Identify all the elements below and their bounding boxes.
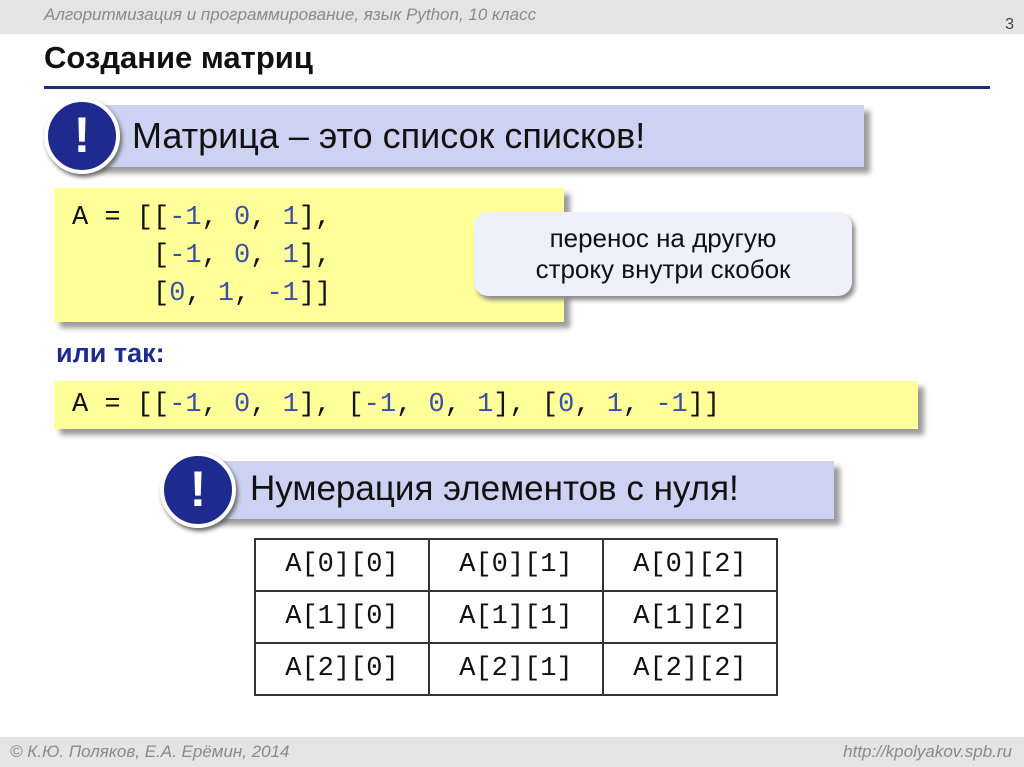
code-number: 1 [282,390,299,420]
code-number: -1 [169,241,202,271]
bubble-line: перенос на другую [549,223,777,253]
table-cell: A[2][2] [602,642,778,696]
callout-matrix-definition: Матрица – это список списков! [92,105,864,167]
callout-zero-indexing: Нумерация элементов с нуля! [212,461,834,519]
code-number: -1 [655,390,688,420]
title-rule [44,86,990,89]
code-token: , [622,390,656,420]
code-number: 1 [217,279,235,309]
code-number: -1 [266,279,299,309]
exclamation-icon: ! [160,452,236,528]
code-number: 0 [428,390,445,420]
code-token: A [72,390,89,420]
code-token: = [[ [88,390,170,420]
callout-text: Матрица – это список списков! [132,115,646,156]
code-token: , [250,390,283,420]
code-token: , [185,279,218,309]
code-token: , [396,390,429,420]
code-number: -1 [363,390,397,420]
callout-text: Нумерация элементов с нуля! [250,469,739,508]
table-row: A[0][0] A[0][1] A[0][2] [254,538,778,592]
code-token: ], [298,203,332,233]
code-token: A [72,203,89,233]
code-token: ], [ [493,390,559,420]
code-token: ], [298,241,332,271]
code-number: 0 [234,203,251,233]
code-token: , [444,390,478,420]
table-cell: A[0][0] [254,538,430,592]
or-label: или так: [56,338,165,368]
code-number: 0 [558,390,575,420]
exclamation-icon: ! [44,98,120,174]
code-number: 1 [282,203,299,233]
index-table: A[0][0] A[0][1] A[0][2] A[1][0] A[1][1] … [254,538,778,696]
code-number: 0 [169,279,186,309]
code-token: , [574,390,607,420]
code-line: [-1, 0, 1], [72,238,331,274]
copyright: © К.Ю. Поляков, Е.А. Ерёмин, 2014 [10,742,290,761]
code-token: , [234,279,267,309]
code-number: -1 [169,390,202,420]
site-url: http://kpolyakov.spb.ru [843,742,1012,761]
code-token: ]] [298,279,332,309]
table-cell: A[0][1] [428,538,604,592]
table-cell: A[1][1] [428,590,604,644]
code-token: , [201,390,235,420]
code-token: , [201,241,235,271]
bubble-line: строку внутри скобок [535,254,791,284]
code-token: [ [72,279,170,309]
speech-bubble: перенос на другую строку внутри скобок [474,212,852,296]
code-number: 1 [477,390,494,420]
footer-bar: © К.Ю. Поляков, Е.А. Ерёмин, 2014 http:/… [0,737,1024,767]
table-cell: A[2][0] [254,642,430,696]
table-cell: A[2][1] [428,642,604,696]
code-block-single-line: A = [[-1, 0, 1], [-1, 0, 1], [0, 1, -1]] [54,381,918,429]
code-token: ]] [687,390,721,420]
code-number: -1 [169,203,202,233]
code-number: 0 [234,241,251,271]
code-token: [ [72,241,170,271]
code-line: A = [[-1, 0, 1], [72,200,331,236]
code-token: , [250,203,283,233]
table-row: A[1][0] A[1][1] A[1][2] [254,590,778,644]
code-line: A = [[-1, 0, 1], [-1, 0, 1], [0, 1, -1]] [72,387,720,423]
code-token: , [250,241,283,271]
table-cell: A[0][2] [602,538,778,592]
table-row: A[2][0] A[2][1] A[2][2] [254,642,778,696]
code-number: 1 [282,241,299,271]
code-token: , [201,203,235,233]
table-cell: A[1][0] [254,590,430,644]
code-token: ], [ [298,390,364,420]
code-token: = [[ [88,203,170,233]
code-number: 1 [606,390,623,420]
code-line: [0, 1, -1]] [72,276,331,312]
code-number: 0 [234,390,251,420]
table-cell: A[1][2] [602,590,778,644]
